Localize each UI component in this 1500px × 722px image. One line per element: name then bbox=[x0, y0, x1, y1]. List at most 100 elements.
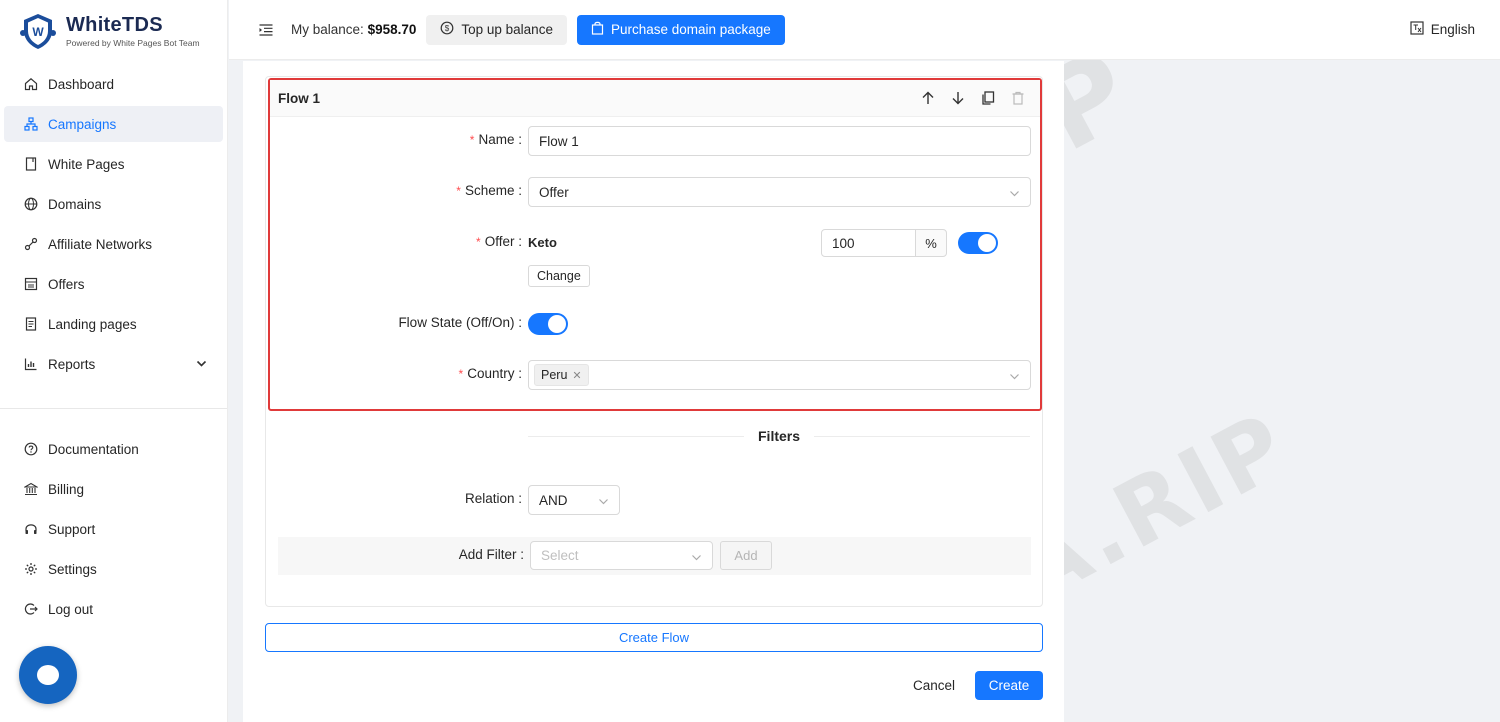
language-selector[interactable]: English bbox=[1410, 21, 1475, 38]
close-icon[interactable]: ✕ bbox=[572, 369, 581, 382]
sidebar-item-dashboard[interactable]: Dashboard bbox=[4, 66, 223, 102]
sidebar-item-domains[interactable]: Domains bbox=[4, 186, 223, 222]
sidebar-item-campaigns[interactable]: Campaigns bbox=[4, 106, 223, 142]
filter-select-placeholder: Select bbox=[541, 548, 579, 563]
sidebar-item-label: Campaigns bbox=[48, 116, 117, 132]
flow-actions bbox=[920, 90, 1026, 106]
add-filter-label: Add Filter : bbox=[458, 547, 524, 562]
chevron-down-icon bbox=[598, 495, 609, 510]
chat-icon bbox=[37, 665, 59, 685]
brand-tagline: Powered by White Pages Bot Team bbox=[66, 38, 200, 48]
relation-select[interactable]: AND bbox=[528, 485, 620, 515]
sidebar-item-label: Log out bbox=[48, 601, 94, 617]
shopping-bag-icon bbox=[591, 21, 604, 38]
question-icon bbox=[24, 442, 38, 456]
sidebar-item-reports[interactable]: Reports bbox=[4, 346, 223, 382]
cancel-button[interactable]: Cancel bbox=[903, 671, 965, 700]
svg-text:$: $ bbox=[445, 24, 450, 33]
required-mark: * bbox=[469, 133, 475, 147]
chat-widget-button[interactable] bbox=[19, 646, 77, 704]
change-label: Change bbox=[537, 269, 581, 283]
home-icon bbox=[24, 77, 38, 91]
scheme-select[interactable]: Offer bbox=[528, 177, 1031, 207]
sidebar-divider bbox=[0, 408, 227, 409]
file-icon bbox=[24, 317, 38, 331]
flow-title: Flow 1 bbox=[278, 90, 321, 106]
offer-enabled-toggle[interactable] bbox=[958, 232, 998, 254]
sidebar-item-label: Landing pages bbox=[48, 316, 137, 332]
logo[interactable]: W WhiteTDS Powered by White Pages Bot Te… bbox=[0, 0, 227, 62]
gear-icon bbox=[24, 562, 38, 576]
chevron-down-icon bbox=[1009, 187, 1020, 202]
sidebar-item-label: Offers bbox=[48, 276, 85, 292]
percent-suffix: % bbox=[915, 229, 947, 257]
sidebar-item-label: Billing bbox=[48, 481, 85, 497]
menu-collapse-icon[interactable] bbox=[259, 23, 273, 37]
create-button[interactable]: Create bbox=[975, 671, 1043, 700]
chevron-down-icon bbox=[196, 357, 207, 372]
create-label: Create bbox=[988, 678, 1030, 693]
flow-state-toggle[interactable] bbox=[528, 313, 568, 335]
sitemap-icon bbox=[24, 117, 38, 131]
sidebar-item-white-pages[interactable]: White Pages bbox=[4, 146, 223, 182]
sidebar-item-label: Documentation bbox=[48, 441, 139, 457]
sidebar-item-landing-pages[interactable]: Landing pages bbox=[4, 306, 223, 342]
sidebar-item-affiliate-networks[interactable]: Affiliate Networks bbox=[4, 226, 223, 262]
create-flow-button[interactable]: Create Flow bbox=[265, 623, 1043, 652]
country-select[interactable]: Peru ✕ bbox=[528, 360, 1031, 390]
filters-title: Filters bbox=[758, 428, 801, 444]
sidebar-item-settings[interactable]: Settings bbox=[4, 551, 223, 587]
purchase-domain-package-button[interactable]: Purchase domain package bbox=[576, 14, 785, 45]
arrow-down-icon[interactable] bbox=[950, 90, 966, 106]
sidebar-item-label: Settings bbox=[48, 561, 97, 577]
required-mark: * bbox=[476, 235, 481, 249]
sidebar-item-label: Support bbox=[48, 521, 96, 537]
country-tag: Peru ✕ bbox=[534, 364, 589, 386]
cancel-label: Cancel bbox=[912, 678, 956, 693]
delete-icon[interactable] bbox=[1010, 90, 1026, 106]
arrow-up-icon[interactable] bbox=[920, 90, 936, 106]
dollar-circle-icon: $ bbox=[440, 21, 454, 38]
offer-label: * Offer : bbox=[476, 234, 522, 249]
add-filter-button-label: Add bbox=[734, 548, 758, 563]
sidebar-item-logout[interactable]: Log out bbox=[4, 591, 223, 627]
create-flow-label: Create Flow bbox=[618, 630, 690, 645]
offer-percent-input[interactable]: 100 bbox=[821, 229, 916, 257]
name-label: * Name : bbox=[469, 132, 522, 147]
sidebar-item-billing[interactable]: Billing bbox=[4, 471, 223, 507]
filter-type-select[interactable]: Select bbox=[530, 541, 713, 570]
link-icon bbox=[24, 237, 38, 251]
scheme-label: * Scheme : bbox=[456, 183, 522, 198]
sidebar-item-documentation[interactable]: Documentation bbox=[4, 431, 223, 467]
sidebar-item-support[interactable]: Support bbox=[4, 511, 223, 547]
chevron-down-icon bbox=[691, 551, 702, 566]
logout-icon bbox=[24, 602, 38, 616]
bar-chart-icon bbox=[24, 357, 38, 371]
change-offer-button[interactable]: Change bbox=[528, 265, 590, 287]
flow-state-label: Flow State (Off/On) : bbox=[398, 315, 522, 330]
country-tag-label: Peru bbox=[541, 368, 568, 382]
balance-label: My balance: bbox=[291, 22, 364, 37]
sidebar-item-offers[interactable]: Offers bbox=[4, 266, 223, 302]
bank-icon bbox=[24, 482, 38, 496]
translate-icon bbox=[1410, 21, 1424, 38]
chevron-down-icon bbox=[1009, 370, 1020, 385]
top-up-label: Top up balance bbox=[461, 22, 553, 37]
purchase-label: Purchase domain package bbox=[610, 22, 771, 37]
required-mark: * bbox=[458, 367, 464, 381]
country-label: * Country : bbox=[458, 366, 522, 381]
name-input-value: Flow 1 bbox=[539, 133, 579, 149]
top-up-balance-button[interactable]: $ Top up balance bbox=[426, 14, 567, 45]
required-mark: * bbox=[456, 184, 461, 198]
relation-select-value: AND bbox=[539, 492, 568, 508]
sidebar-item-label: Affiliate Networks bbox=[48, 236, 153, 252]
offer-percent-value: 100 bbox=[832, 235, 855, 251]
language-label: English bbox=[1430, 22, 1475, 37]
name-input[interactable]: Flow 1 bbox=[528, 126, 1031, 156]
add-filter-button[interactable]: Add bbox=[720, 541, 772, 570]
sidebar-item-label: Reports bbox=[48, 356, 96, 372]
sidebar-nav: Dashboard Campaigns White Pages Domains … bbox=[0, 66, 227, 627]
copy-icon[interactable] bbox=[980, 90, 996, 106]
balance-value: $958.70 bbox=[367, 22, 417, 37]
offer-value: Keto bbox=[528, 235, 557, 250]
